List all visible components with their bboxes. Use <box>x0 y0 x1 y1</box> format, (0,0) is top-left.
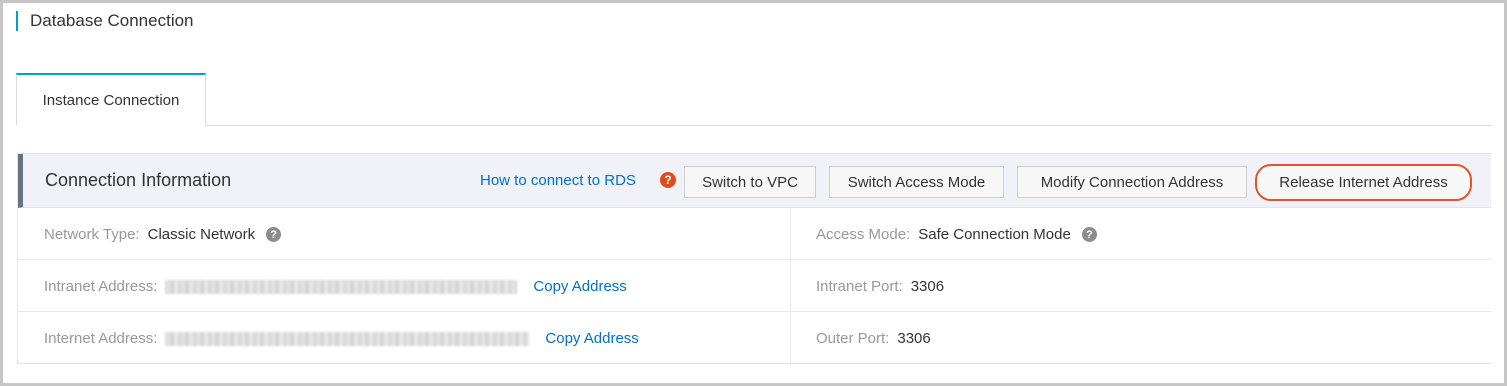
page-title: Database Connection <box>30 11 194 30</box>
outer-port-value: 3306 <box>897 330 931 347</box>
panel-header: Connection Information How to connect to… <box>18 154 1491 208</box>
copy-intranet-address-link[interactable]: Copy Address <box>533 278 626 295</box>
connection-info-panel: Connection Information How to connect to… <box>17 153 1491 365</box>
intranet-port-field: Intranet Port: 3306 <box>816 278 944 295</box>
intranet-address-field: Intranet Address: Copy Address <box>44 278 627 295</box>
tab-instance-connection[interactable]: Instance Connection <box>16 73 206 126</box>
info-row: Intranet Address: Copy Address Intranet … <box>18 260 1491 312</box>
access-mode-value: Safe Connection Mode <box>918 226 1071 243</box>
redacted-address <box>165 279 518 294</box>
column-divider <box>790 208 791 365</box>
tab-bar: Instance Connection <box>16 73 1491 126</box>
modify-connection-address-button[interactable]: Modify Connection Address <box>1017 166 1247 198</box>
intranet-address-label: Intranet Address: <box>44 278 158 295</box>
outer-port-label: Outer Port: <box>816 330 890 347</box>
network-type-value: Classic Network <box>147 226 256 243</box>
release-internet-address-button[interactable]: Release Internet Address <box>1255 164 1472 201</box>
network-type-field: Network Type: Classic Network ? <box>44 226 282 243</box>
internet-address-field: Internet Address: Copy Address <box>44 330 639 347</box>
copy-internet-address-link[interactable]: Copy Address <box>545 330 638 347</box>
info-row: Network Type: Classic Network ? Access M… <box>18 208 1491 260</box>
question-icon[interactable]: ? <box>660 172 676 188</box>
internet-address-label: Internet Address: <box>44 330 158 347</box>
access-mode-field: Access Mode: Safe Connection Mode ? <box>816 226 1097 243</box>
intranet-port-value: 3306 <box>910 278 945 295</box>
accent-bar <box>16 11 18 31</box>
switch-access-mode-button[interactable]: Switch Access Mode <box>829 166 1004 198</box>
network-type-label: Network Type: <box>44 226 140 243</box>
panel-title: Connection Information <box>45 170 232 190</box>
info-row: Internet Address: Copy Address Outer Por… <box>18 312 1491 364</box>
help-icon[interactable]: ? <box>266 227 282 242</box>
intranet-port-label: Intranet Port: <box>816 278 903 295</box>
outer-port-field: Outer Port: 3306 <box>816 330 931 347</box>
section-header: Database Connection <box>16 10 194 32</box>
how-to-connect-link[interactable]: How to connect to RDS <box>480 172 636 189</box>
help-icon[interactable]: ? <box>1081 227 1097 242</box>
redacted-address <box>165 331 530 346</box>
switch-to-vpc-button[interactable]: Switch to VPC <box>684 166 816 198</box>
access-mode-label: Access Mode: <box>816 226 911 243</box>
